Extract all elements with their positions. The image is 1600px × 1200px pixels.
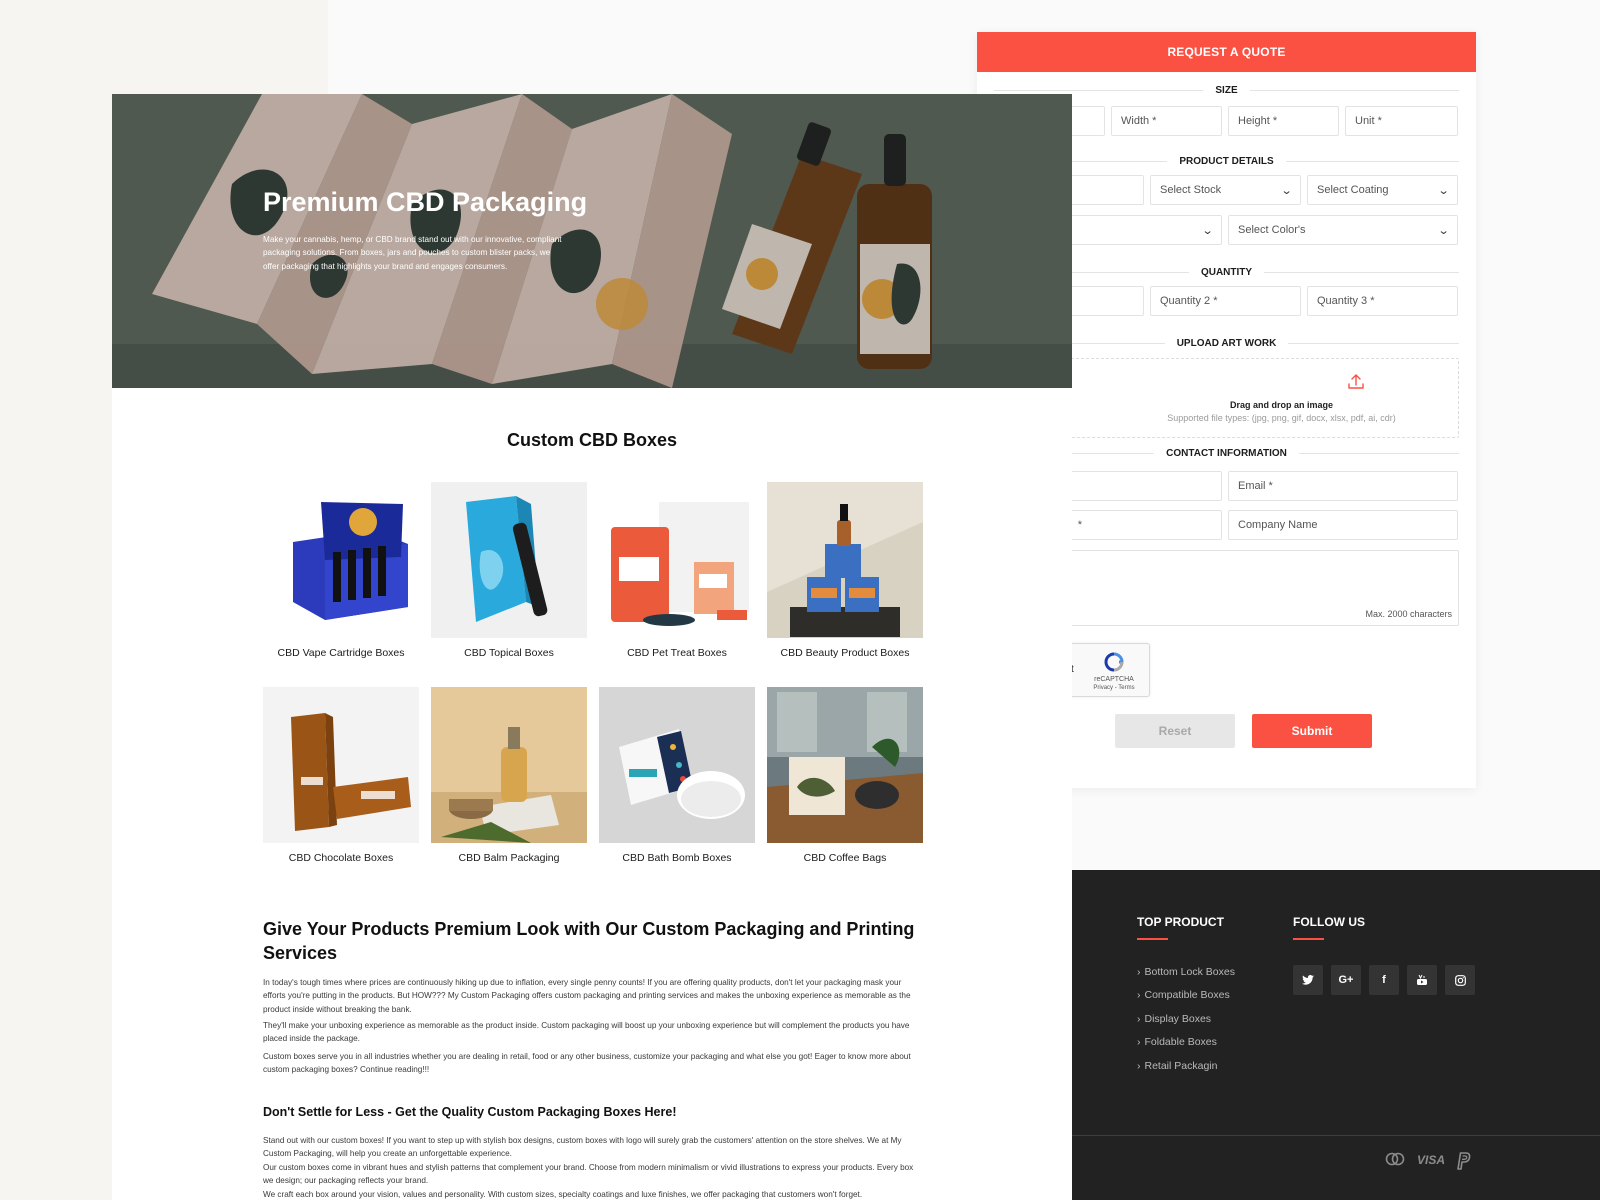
content-paragraph: Our custom boxes come in vibrant hues an… (263, 1163, 914, 1186)
product-image (767, 482, 923, 638)
company-field[interactable]: Company Name (1228, 510, 1458, 540)
hero-banner: Premium CBD Packaging Make your cannabis… (112, 94, 1072, 388)
product-label: CBD Chocolate Boxes (288, 852, 394, 864)
content-paragraph: They'll make your unboxing experience as… (263, 1021, 910, 1044)
recaptcha-links[interactable]: Privacy - Terms (1084, 684, 1144, 693)
top-product-heading: TOP PRODUCT (1137, 915, 1224, 929)
footer-link-foldable-boxes[interactable]: Foldable Boxes (1137, 1036, 1235, 1059)
footer-link-retail-packaging[interactable]: Retail Packagin (1137, 1060, 1235, 1083)
submit-button[interactable]: Submit (1252, 714, 1372, 748)
quote-form-header: REQUEST A QUOTE (977, 32, 1476, 72)
dropzone-title: Drag and drop an image (1229, 400, 1334, 410)
chevron-down-icon: ⌄ (1437, 224, 1450, 237)
google-plus-icon[interactable]: G+ (1331, 965, 1361, 995)
product-image (599, 687, 755, 843)
footer-link-display-boxes[interactable]: Display Boxes (1137, 1013, 1235, 1036)
footer: NT TOP PRODUCT Bottom Lock Boxes Compati… (1047, 870, 1600, 1200)
facebook-icon[interactable]: f (1369, 965, 1399, 995)
product-image (599, 482, 755, 638)
chevron-down-icon: ⌄ (1280, 184, 1293, 197)
twitter-icon[interactable] (1293, 965, 1323, 995)
visa-icon: VISA (1417, 1153, 1446, 1167)
product-image (767, 687, 923, 843)
chevron-down-icon: ⌄ (1437, 184, 1450, 197)
product-image (263, 687, 419, 843)
quantity-3-field[interactable]: Quantity 3 * (1307, 286, 1458, 316)
content-paragraph: Stand out with our custom boxes! If you … (263, 1136, 902, 1159)
hero-product-image (112, 94, 1072, 388)
products-title: Custom CBD Boxes (506, 430, 678, 450)
hero-title: Premium CBD Packaging (263, 187, 588, 217)
quantity-2-field[interactable]: Quantity 2 * (1150, 286, 1301, 316)
footer-link-compatible-boxes[interactable]: Compatible Boxes (1137, 989, 1235, 1012)
footer-divider (1072, 1135, 1600, 1136)
content-subheading: Don't Settle for Less - Get the Quality … (263, 1105, 677, 1119)
product-card-chocolate[interactable]: CBD Chocolate Boxes (263, 687, 419, 864)
youtube-icon[interactable] (1407, 965, 1437, 995)
stock-select[interactable]: Select Stock ⌄ (1150, 175, 1301, 205)
product-label: CBD Topical Boxes (464, 647, 554, 659)
product-card-beauty[interactable]: CBD Beauty Product Boxes (767, 482, 923, 659)
product-label: CBD Bath Bomb Boxes (622, 852, 732, 864)
recaptcha-icon (1104, 652, 1124, 672)
chevron-down-icon: ⌄ (1201, 224, 1214, 237)
content-paragraph: In today's tough times where prices are … (263, 978, 911, 1014)
follow-us-underline (1293, 938, 1324, 940)
footer-link-bottom-lock-boxes[interactable]: Bottom Lock Boxes (1137, 966, 1235, 989)
product-card-pet-treat[interactable]: CBD Pet Treat Boxes (599, 482, 755, 659)
follow-us-heading: FOLLOW US (1293, 915, 1365, 929)
width-field[interactable]: Width * (1111, 106, 1222, 136)
product-image (431, 687, 587, 843)
instagram-icon[interactable] (1445, 965, 1475, 995)
content-paragraph: Custom boxes serve you in all industries… (263, 1052, 911, 1075)
height-field[interactable]: Height * (1228, 106, 1339, 136)
product-label: CBD Coffee Bags (803, 852, 887, 864)
product-label: CBD Beauty Product Boxes (780, 647, 910, 659)
upload-icon (1348, 374, 1364, 389)
message-char-limit: Max. 2000 characters (1365, 609, 1452, 619)
unit-field[interactable]: Unit * (1345, 106, 1458, 136)
top-product-underline (1137, 938, 1168, 940)
content-heading: Give Your Products Premium Look with Our… (263, 919, 915, 963)
product-card-bath-bomb[interactable]: CBD Bath Bomb Boxes (599, 687, 755, 864)
recaptcha-brand: reCAPTCHA Privacy - Terms (1084, 675, 1144, 693)
colors-select[interactable]: Select Color's ⌄ (1228, 215, 1458, 245)
hero-description: Make your cannabis, hemp, or CBD brand s… (263, 235, 562, 271)
product-label: CBD Balm Packaging (458, 852, 560, 864)
product-card-topical[interactable]: CBD Topical Boxes (431, 482, 587, 659)
coating-select[interactable]: Select Coating ⌄ (1307, 175, 1458, 205)
mastercard-icon (1385, 1152, 1405, 1169)
dropzone-file-types: Supported file types: (jpg, png, gif, do… (1167, 413, 1396, 423)
paypal-icon (1455, 1152, 1471, 1173)
product-card-balm[interactable]: CBD Balm Packaging (431, 687, 587, 864)
main-page: Premium CBD Packaging Make your cannabis… (112, 94, 1072, 1200)
content-paragraph: We craft each box around your vision, va… (263, 1190, 863, 1199)
product-card-coffee-bags[interactable]: CBD Coffee Bags (767, 687, 923, 864)
email-field[interactable]: Email * (1228, 471, 1458, 501)
product-label: CBD Vape Cartridge Boxes (277, 647, 405, 659)
top-product-list: Bottom Lock Boxes Compatible Boxes Displ… (1137, 966, 1235, 1083)
product-image (431, 482, 587, 638)
product-image (263, 482, 419, 638)
product-card-vape-cartridge[interactable]: CBD Vape Cartridge Boxes (263, 482, 419, 659)
product-label: CBD Pet Treat Boxes (627, 647, 727, 659)
reset-button[interactable]: Reset (1115, 714, 1235, 748)
